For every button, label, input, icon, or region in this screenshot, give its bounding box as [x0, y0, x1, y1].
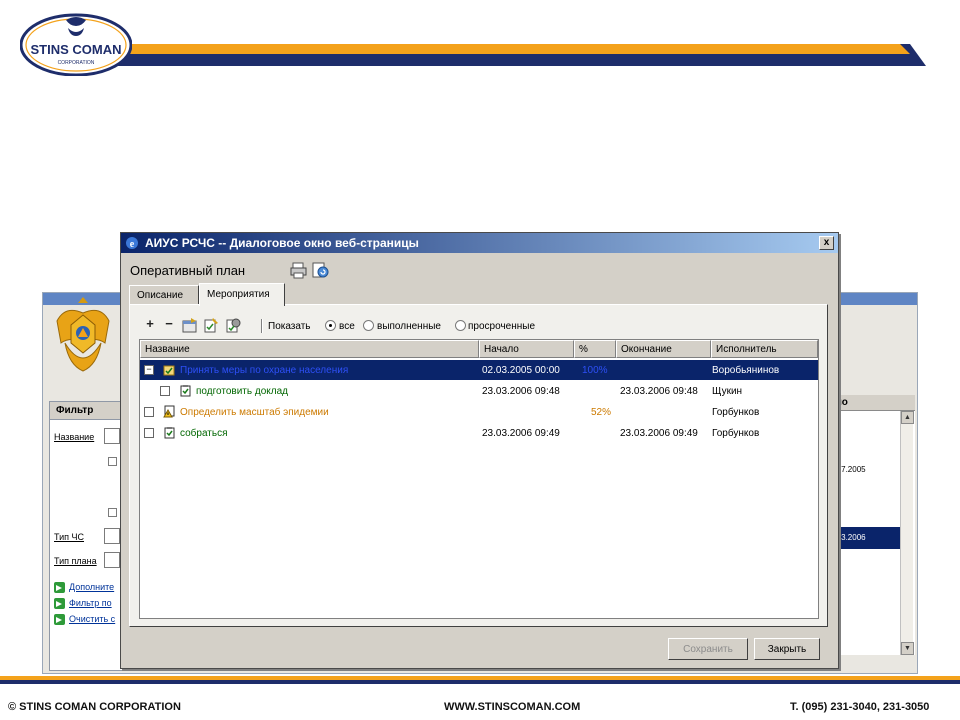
table-row[interactable]: − Принять меры по охране населения 02.03… [140, 360, 818, 380]
collapse-toggle[interactable]: − [144, 365, 154, 375]
folder-check-icon [163, 365, 175, 376]
add-icon[interactable]: + [142, 317, 158, 333]
filter-overdue-radio[interactable] [455, 320, 466, 331]
clipboard-check-icon [180, 385, 191, 397]
column-header-name[interactable]: Название [140, 340, 479, 358]
refresh-icon[interactable] [311, 261, 329, 279]
print-icon[interactable] [290, 261, 308, 279]
plan-type-label: Тип плана [54, 556, 97, 566]
background-table-header: ало [826, 395, 915, 411]
filter-completed-label: выполненные [377, 321, 441, 332]
background-scrollbar[interactable]: ▲ ▼ [900, 411, 914, 655]
filter-all-label: все [339, 321, 355, 332]
save-button[interactable]: Сохранить [668, 638, 748, 660]
scroll-up-icon[interactable]: ▲ [901, 411, 914, 424]
task-settings-icon[interactable] [225, 317, 241, 333]
task-executor: Горбунков [712, 428, 760, 439]
emergency-ministry-emblem-icon [56, 297, 110, 372]
toolbar-separator [261, 319, 263, 333]
activities-table: Название Начало % Окончание Исполнитель … [139, 339, 819, 619]
task-percent: 100% [582, 365, 608, 376]
activities-toolbar: + − Показать все выполненные просроченны… [142, 317, 742, 335]
remove-icon[interactable]: − [161, 317, 177, 333]
task-name[interactable]: Принять меры по охране населения [180, 365, 348, 376]
dialog-buttons: Сохранить Закрыть [668, 638, 828, 660]
filter-checkbox-2[interactable] [108, 508, 117, 517]
task-executor: Щукин [712, 386, 743, 397]
row-checkbox[interactable] [144, 428, 154, 438]
column-header-executor[interactable]: Исполнитель [711, 340, 818, 358]
footer-phone: Т. (095) 231-3040, 231-3050 [790, 701, 930, 713]
dialog-titlebar[interactable]: e АИУС РСЧС -- Диалоговое окно веб-стран… [121, 233, 838, 253]
filter-completed-radio[interactable] [363, 320, 374, 331]
close-icon[interactable]: x [819, 236, 834, 250]
dialog-title: АИУС РСЧС -- Диалоговое окно веб-страниц… [145, 236, 419, 250]
task-name[interactable]: собраться [180, 428, 228, 439]
footer-company: © STINS COMAN CORPORATION [8, 701, 181, 713]
footer-band [0, 676, 960, 684]
close-button[interactable]: Закрыть [754, 638, 820, 660]
green-arrow-right-icon [54, 614, 65, 626]
task-executor: Горбунков [712, 407, 760, 418]
filter-name-input[interactable] [104, 428, 120, 444]
column-header-percent[interactable]: % [574, 340, 616, 358]
tab-description[interactable]: Описание [129, 285, 199, 305]
task-percent: 52% [591, 407, 612, 418]
task-start: 23.03.2006 09:48 [482, 386, 560, 397]
logo-subtitle: CORPORATION [58, 60, 95, 66]
assign-task-icon[interactable] [203, 317, 219, 333]
row-checkbox[interactable] [160, 386, 170, 396]
type-cs-label: Тип ЧС [54, 532, 85, 542]
clipboard-check-icon [164, 427, 175, 439]
table-row[interactable]: Определить масштаб эпидемии 52% Горбунко… [140, 402, 818, 422]
task-executor: Воробьянинов [712, 365, 780, 376]
column-header-start[interactable]: Начало [479, 340, 574, 358]
operational-plan-dialog: e АИУС РСЧС -- Диалоговое окно веб-стран… [120, 232, 839, 669]
task-name[interactable]: Определить масштаб эпидемии [180, 407, 329, 418]
ie-icon: e [126, 237, 138, 250]
task-end: 23.03.2006 09:48 [620, 386, 698, 397]
task-start: 02.03.2005 00:00 [482, 365, 560, 376]
task-name[interactable]: подготовить доклад [196, 386, 288, 397]
green-arrow-right-icon [54, 598, 65, 610]
table-row[interactable]: подготовить доклад 23.03.2006 09:48 23.0… [140, 381, 818, 401]
logo-name: STINS COMAN [31, 42, 122, 57]
task-end: 23.03.2006 09:49 [620, 428, 698, 439]
task-start: 23.03.2006 09:49 [482, 428, 560, 439]
activities-panel: + − Показать все выполненные просроченны… [129, 304, 828, 627]
plan-type-input[interactable] [104, 552, 120, 568]
show-label: Показать [268, 321, 311, 332]
filter-by-link[interactable]: Фильтр по [54, 598, 112, 610]
filter-overdue-label: просроченные [468, 321, 536, 332]
table-row[interactable]: собраться 23.03.2006 09:49 23.03.2006 09… [140, 423, 818, 443]
scroll-down-icon[interactable]: ▼ [901, 642, 914, 655]
row-checkbox[interactable] [144, 407, 154, 417]
edit-properties-icon[interactable] [182, 317, 198, 333]
svg-text:e: e [130, 239, 135, 250]
footer-website: WWW.STINSCOMAN.COM [444, 701, 581, 713]
filter-name-label: Название [54, 432, 95, 442]
stins-coman-logo: STINS COMAN CORPORATION [19, 10, 133, 77]
filter-checkbox-1[interactable] [108, 457, 117, 466]
clear-filter-link[interactable]: Очистить с [54, 614, 115, 626]
extra-filter-link[interactable]: Дополните [54, 582, 114, 594]
column-header-end[interactable]: Окончание [616, 340, 711, 358]
page-title: Оперативный план [130, 263, 246, 278]
filter-all-radio[interactable] [325, 320, 336, 331]
tab-activities[interactable]: Мероприятия [199, 283, 285, 306]
clipboard-warning-icon [163, 405, 175, 418]
type-cs-input[interactable] [104, 528, 120, 544]
header-band [110, 44, 926, 66]
green-arrow-down-icon [54, 582, 65, 594]
